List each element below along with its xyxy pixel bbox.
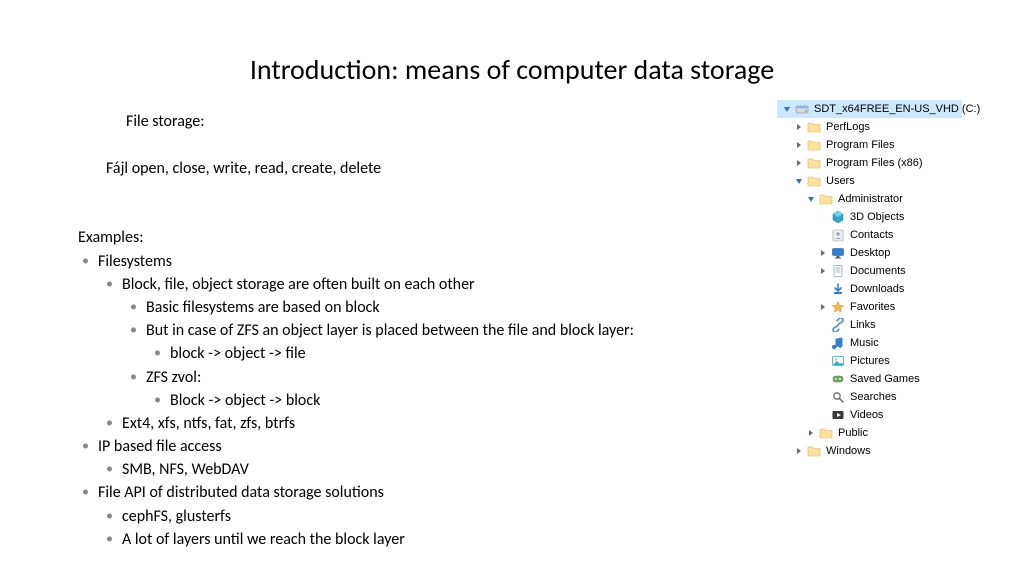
list-item: Ext4, xfs, ntfs, fat, zfs, btrfs — [122, 412, 658, 435]
slide-body: File storage: Fájl open, close, write, r… — [78, 110, 658, 551]
tree-item[interactable]: Saved Games — [777, 370, 962, 388]
tree-item-label: Searches — [850, 392, 896, 403]
tree-item-label: PerfLogs — [826, 122, 870, 133]
folder-icon — [807, 138, 821, 152]
tree-item-label: Contacts — [850, 230, 893, 241]
chevron-right-icon[interactable] — [794, 446, 804, 456]
chevron-right-icon[interactable] — [818, 302, 828, 312]
tree-item[interactable]: Windows — [777, 442, 962, 460]
tree-item[interactable]: Downloads — [777, 280, 962, 298]
tree-item[interactable]: Videos — [777, 406, 962, 424]
tree-item-label: Music — [850, 338, 879, 349]
tree-item-label: Videos — [850, 410, 883, 421]
tree-item-label: Administrator — [838, 194, 903, 205]
folder-icon — [819, 192, 833, 206]
tree-item[interactable]: Links — [777, 316, 962, 334]
tree-item-label: Program Files (x86) — [826, 158, 923, 169]
tree-item[interactable]: Administrator — [777, 190, 962, 208]
examples-heading: Examples: — [78, 226, 658, 249]
tree-item[interactable]: 3D Objects — [777, 208, 962, 226]
list-item: SMB, NFS, WebDAV — [122, 458, 658, 481]
bullet-list: block -> object -> file — [146, 342, 658, 365]
tree-item-label: Desktop — [850, 248, 890, 259]
tree-item[interactable]: Documents — [777, 262, 962, 280]
tree-item[interactable]: Program Files — [777, 136, 962, 154]
folder-icon — [807, 444, 821, 458]
list-item: ZFS zvol: — [146, 366, 658, 389]
pictures-icon — [831, 354, 845, 368]
desktop-icon — [831, 246, 845, 260]
tree-item[interactable]: SDT_x64FREE_EN-US_VHD (C:) — [777, 100, 962, 118]
tree-item-label: 3D Objects — [850, 212, 904, 223]
folder-icon — [807, 120, 821, 134]
links-icon — [831, 318, 845, 332]
list-item: IP based file access — [98, 435, 658, 458]
bullet-list: Block, file, object storage are often bu… — [98, 273, 658, 435]
folder-icon — [807, 174, 821, 188]
tree-item-label: Documents — [850, 266, 906, 277]
list-item: Block -> object -> block — [170, 389, 658, 412]
games-icon — [831, 372, 845, 386]
tree-item[interactable]: Desktop — [777, 244, 962, 262]
file-operations-line: Fájl open, close, write, read, create, d… — [106, 157, 658, 180]
chevron-down-icon[interactable] — [806, 194, 816, 204]
chevron-down-icon[interactable] — [782, 104, 792, 114]
chevron-right-icon[interactable] — [818, 266, 828, 276]
folder-icon — [807, 156, 821, 170]
slide-title: Introduction: means of computer data sto… — [0, 52, 1024, 87]
tree-item-label: Public — [838, 428, 868, 439]
tree-item[interactable]: Users — [777, 172, 962, 190]
tree-item-label: Program Files — [826, 140, 894, 151]
chevron-right-icon[interactable] — [794, 140, 804, 150]
list-item: Block, file, object storage are often bu… — [122, 273, 658, 296]
chevron-right-icon[interactable] — [794, 158, 804, 168]
tree-item[interactable]: Contacts — [777, 226, 962, 244]
bullet-list: SMB, NFS, WebDAV — [98, 458, 658, 481]
tree-item-label: Windows — [826, 446, 871, 457]
folder-icon — [819, 426, 833, 440]
tree-item[interactable]: PerfLogs — [777, 118, 962, 136]
list-item: cephFS, glusterfs — [122, 505, 658, 528]
music-icon — [831, 336, 845, 350]
tree-item[interactable]: Music — [777, 334, 962, 352]
documents-icon — [831, 264, 845, 278]
tree-item[interactable]: Program Files (x86) — [777, 154, 962, 172]
3dobj-icon — [831, 210, 845, 224]
tree-item-label: SDT_x64FREE_EN-US_VHD (C:) — [814, 104, 980, 115]
chevron-right-icon[interactable] — [806, 428, 816, 438]
list-item: A lot of layers until we reach the block… — [122, 528, 658, 551]
tree-item-label: Links — [850, 320, 876, 331]
contacts-icon — [831, 228, 845, 242]
tree-item-label: Pictures — [850, 356, 890, 367]
drive-icon — [795, 102, 809, 116]
tree-item[interactable]: Public — [777, 424, 962, 442]
file-storage-heading: File storage: — [126, 110, 658, 133]
list-item: File API of distributed data storage sol… — [98, 481, 658, 504]
list-item: Basic filesystems are based on block — [146, 296, 658, 319]
bullet-list: Block -> object -> block — [146, 389, 658, 412]
videos-icon — [831, 408, 845, 422]
file-tree: SDT_x64FREE_EN-US_VHD (C:) PerfLogs Progra… — [777, 100, 962, 460]
list-item: But in case of ZFS an object layer is pl… — [146, 319, 658, 342]
favorites-icon — [831, 300, 845, 314]
tree-item[interactable]: Pictures — [777, 352, 962, 370]
searches-icon — [831, 390, 845, 404]
tree-item-label: Downloads — [850, 284, 904, 295]
downloads-icon — [831, 282, 845, 296]
tree-item-label: Users — [826, 176, 855, 187]
slide: Introduction: means of computer data sto… — [0, 0, 1024, 576]
list-item: block -> object -> file — [170, 342, 658, 365]
chevron-right-icon[interactable] — [794, 122, 804, 132]
list-item: Filesystems — [98, 250, 658, 273]
bullet-list: cephFS, glusterfs A lot of layers until … — [98, 505, 658, 551]
bullet-list: Basic filesystems are based on block But… — [122, 296, 658, 412]
bullet-list: Filesystems Block, file, object storage … — [78, 250, 658, 551]
tree-item-label: Saved Games — [850, 374, 920, 385]
chevron-right-icon[interactable] — [818, 248, 828, 258]
tree-item[interactable]: Searches — [777, 388, 962, 406]
chevron-down-icon[interactable] — [794, 176, 804, 186]
tree-item[interactable]: Favorites — [777, 298, 962, 316]
tree-item-label: Favorites — [850, 302, 895, 313]
